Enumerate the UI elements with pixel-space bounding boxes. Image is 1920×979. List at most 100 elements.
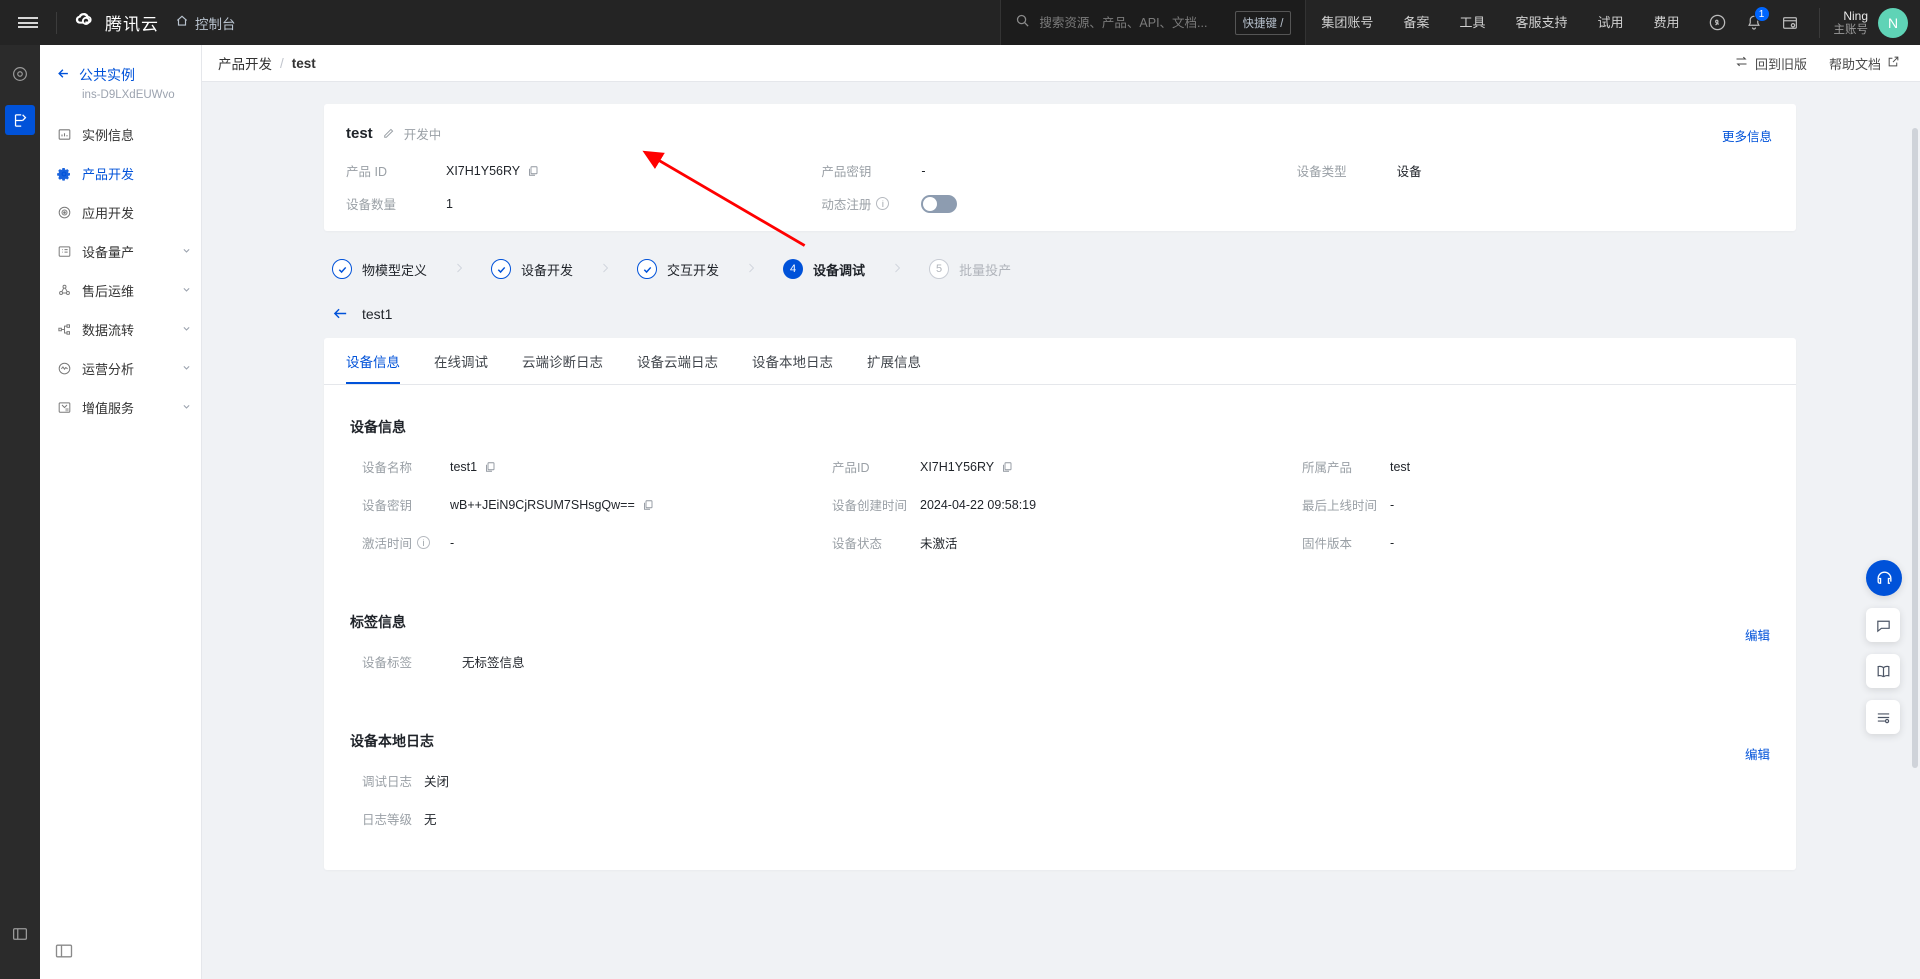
info-icon[interactable]: i	[417, 536, 431, 549]
field-value: -	[921, 163, 926, 178]
field-value: 未激活	[920, 537, 958, 551]
docs-icon[interactable]	[1866, 654, 1900, 688]
help-doc-button[interactable]: 帮助文档	[1829, 54, 1900, 73]
sidebar-item-analytics[interactable]: 运营分析	[40, 353, 201, 384]
sidebar-item-value-added[interactable]: 增值服务	[40, 392, 201, 423]
product-fields-grid: 产品 ID XI7H1Y56RY 产品密钥 - 设备类型 设备 设备数量 1 动…	[346, 161, 1772, 213]
field-value: 无标签信息	[462, 656, 525, 670]
field-value: 无	[424, 813, 437, 827]
more-info-link[interactable]: 更多信息	[1722, 126, 1772, 145]
nav-item-beian[interactable]: 备案	[1388, 0, 1444, 45]
instance-back-link[interactable]: 公共实例	[56, 65, 201, 85]
tab-cloud-diagnosis-log[interactable]: 云端诊断日志	[522, 338, 603, 384]
dynamic-register-toggle[interactable]	[921, 194, 958, 213]
field-label: 调试日志	[362, 775, 413, 789]
tab-extension-info[interactable]: 扩展信息	[867, 338, 921, 384]
sidebar-item-after-sales[interactable]: 售后运维	[40, 275, 201, 306]
edit-pencil-icon[interactable]	[382, 127, 395, 140]
step-device-development[interactable]: 设备开发	[491, 259, 573, 279]
field-value-wrap: test1	[450, 460, 496, 474]
sidebar-collapse-icon[interactable]	[54, 941, 76, 963]
avatar[interactable]: N	[1878, 7, 1908, 38]
info-icon[interactable]: i	[876, 197, 890, 210]
terminal-icon[interactable]	[1773, 0, 1807, 45]
list-panel-icon[interactable]	[1866, 700, 1900, 734]
support-chat-icon[interactable]	[1866, 560, 1902, 596]
nav-item-trial[interactable]: 试用	[1582, 0, 1638, 45]
sidebar-item-product-dev[interactable]: 产品开发	[40, 158, 201, 189]
step-mass-production[interactable]: 5 批量投产	[929, 259, 1011, 279]
tab-device-info[interactable]: 设备信息	[346, 338, 400, 384]
sidebar-item-label: 应用开发	[82, 206, 135, 221]
field-last-online-time: 最后上线时间 -	[1302, 495, 1772, 514]
vertical-scrollbar[interactable]	[1912, 128, 1918, 768]
tab-device-cloud-log[interactable]: 设备云端日志	[637, 338, 718, 384]
field-value: wB++JEiN9CjRSUM7SHsgQw==	[450, 497, 635, 512]
nav-item-tools[interactable]: 工具	[1444, 0, 1500, 45]
sidebar-footer	[40, 941, 201, 979]
arrow-left-icon[interactable]	[332, 305, 349, 322]
field-device-tag: 设备标签 无标签信息	[362, 652, 1772, 671]
copy-icon[interactable]	[484, 461, 496, 473]
nav-item-group-account[interactable]: 集团账号	[1306, 0, 1388, 45]
user-menu[interactable]: Ning 主账号 N	[1818, 7, 1920, 38]
field-value: XI7H1Y56RY	[920, 459, 995, 474]
sidebar-item-label: 设备量产	[82, 245, 135, 260]
sidebar-item-mass-production[interactable]: 设备量产	[40, 236, 201, 267]
floating-action-column	[1866, 560, 1902, 734]
step-circle	[637, 259, 658, 279]
bell-icon[interactable]: 1	[1737, 0, 1771, 45]
console-link[interactable]: 控制台	[175, 13, 236, 33]
field-value: 关闭	[424, 775, 450, 789]
collapse-icon[interactable]	[5, 919, 35, 949]
tab-online-debug[interactable]: 在线调试	[434, 338, 488, 384]
breadcrumb-separator: /	[280, 55, 284, 71]
notification-badge: 1	[1753, 6, 1770, 22]
step-label: 物模型定义	[362, 262, 428, 278]
breadcrumb-parent[interactable]: 产品开发	[218, 53, 272, 73]
sidebar-item-instance-info[interactable]: 实例信息	[40, 119, 201, 150]
step-model-definition[interactable]: 物模型定义	[332, 259, 427, 279]
device-detail-card: 设备信息 在线调试 云端诊断日志 设备云端日志 设备本地日志 扩展信息 设备信息…	[324, 338, 1796, 870]
record-icon[interactable]	[5, 59, 35, 89]
field-label: 固件版本	[1302, 537, 1353, 551]
feedback-icon[interactable]	[1866, 608, 1900, 642]
sidebar-item-data-flow[interactable]: 数据流转	[40, 314, 201, 345]
menu-icon[interactable]	[0, 0, 56, 45]
nav-item-billing[interactable]: 费用	[1638, 0, 1694, 45]
flow-icon	[56, 322, 72, 338]
field-value: test	[1390, 459, 1411, 474]
iot-icon[interactable]	[5, 105, 35, 135]
copy-icon[interactable]	[527, 165, 539, 177]
device-tabs: 设备信息 在线调试 云端诊断日志 设备云端日志 设备本地日志 扩展信息	[324, 338, 1796, 385]
copy-icon[interactable]	[642, 499, 654, 511]
sidebar-item-app-dev[interactable]: 应用开发	[40, 197, 201, 228]
nav-item-support[interactable]: 客服支持	[1500, 0, 1582, 45]
field-product-id: 产品 ID XI7H1Y56RY	[346, 161, 821, 180]
step-device-debugging[interactable]: 4 设备调试	[783, 259, 865, 279]
search-shortcut-hint[interactable]: 快捷键 /	[1234, 10, 1292, 35]
user-info: Ning 主账号	[1834, 9, 1869, 37]
sidebar-item-label: 增值服务	[82, 401, 135, 416]
back-to-old-label: 回到旧版	[1754, 56, 1807, 72]
device-name-title: test1	[362, 305, 393, 322]
tag-row: 设备标签 无标签信息	[350, 652, 1772, 671]
back-to-old-version-button[interactable]: 回到旧版	[1734, 54, 1807, 73]
field-belonging-product: 所属产品 test	[1302, 457, 1772, 476]
field-value: test1	[450, 459, 478, 474]
edit-local-log-button[interactable]: 编辑	[1745, 744, 1770, 763]
breadcrumb-current: test	[291, 55, 316, 71]
step-interaction-development[interactable]: 交互开发	[637, 259, 719, 279]
edit-tags-button[interactable]: 编辑	[1745, 625, 1770, 644]
magic-icon[interactable]	[1701, 0, 1735, 45]
tab-device-local-log[interactable]: 设备本地日志	[752, 338, 833, 384]
top-header: 腾讯云 控制台 快捷键 / 集团账号 备案 工具 客服支持 试用 费用 1	[0, 0, 1920, 45]
progress-steps: 物模型定义 设备开发 交互开发 4 设备调试 5 批量投产	[332, 259, 1796, 279]
step-circle	[332, 259, 352, 279]
copy-icon[interactable]	[1001, 461, 1013, 473]
brand-logo[interactable]: 腾讯云	[57, 9, 175, 36]
global-search[interactable]: 快捷键 /	[1000, 0, 1306, 45]
search-input[interactable]	[1039, 15, 1226, 30]
